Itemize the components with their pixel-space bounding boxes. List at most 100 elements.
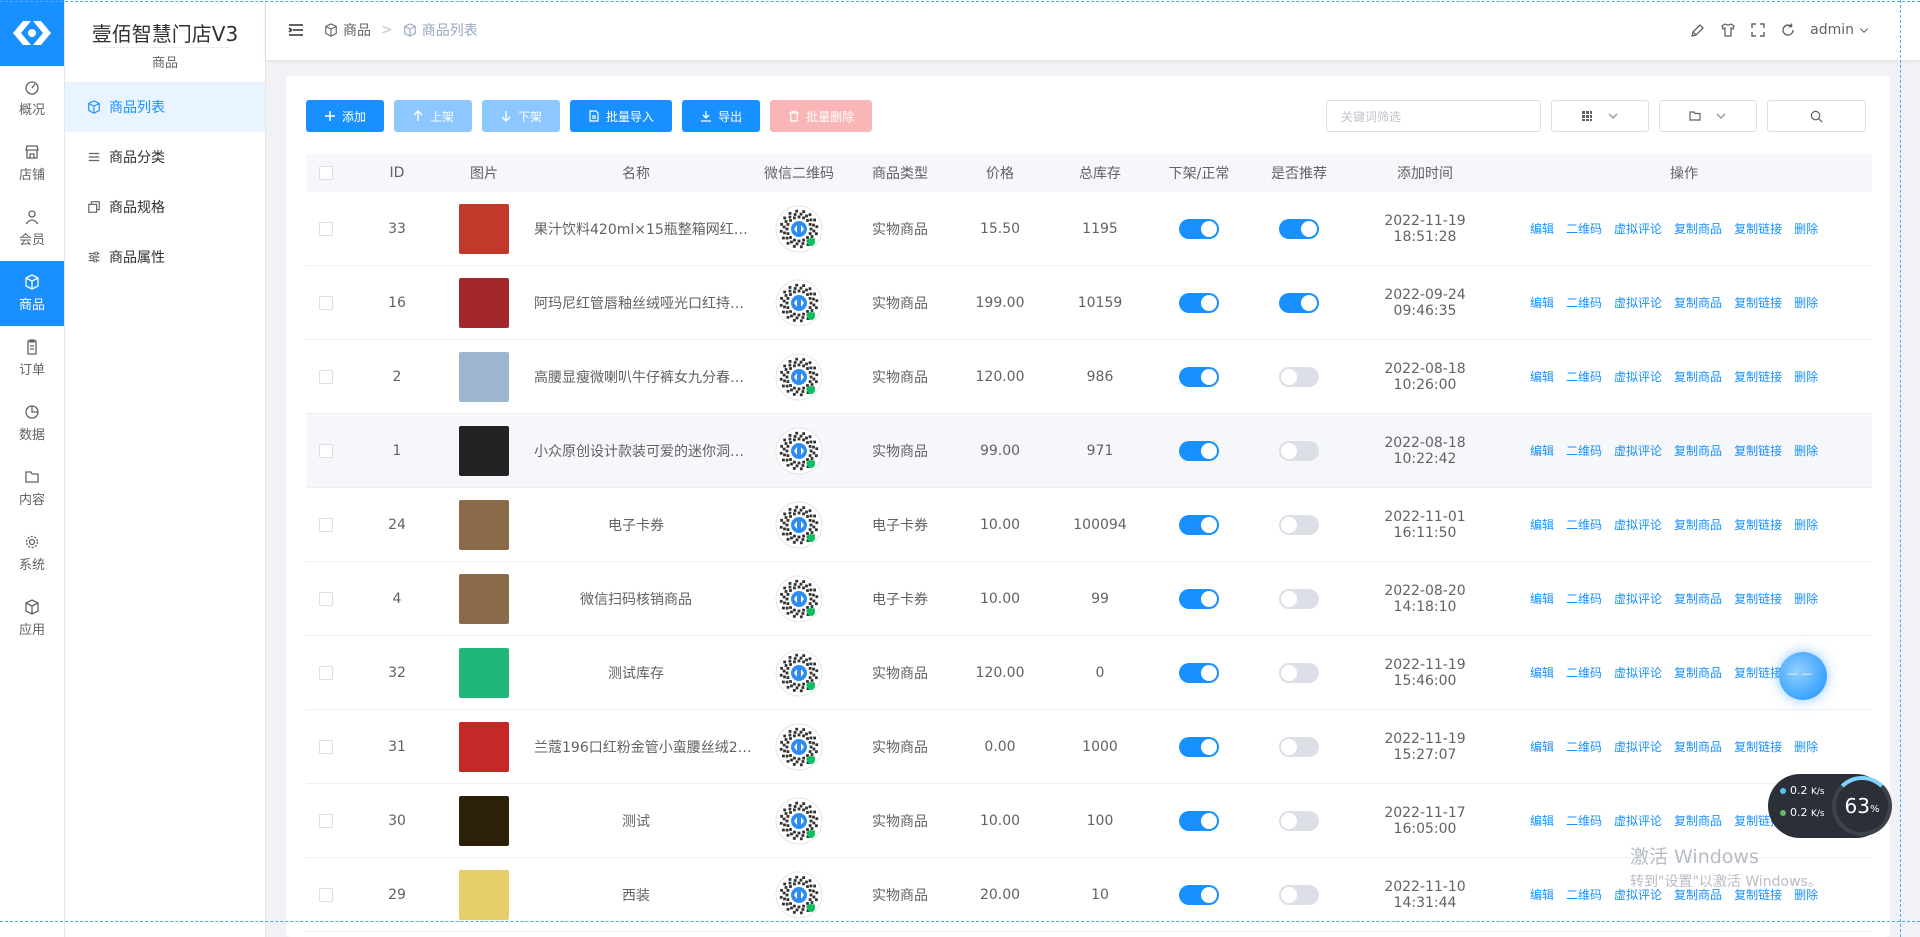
row-op-3[interactable]: 复制商品 [1674, 590, 1722, 607]
batch-delete-button[interactable]: 批量删除 [770, 100, 873, 132]
product-thumbnail[interactable] [459, 795, 509, 846]
row-op-1[interactable]: 二维码 [1566, 812, 1602, 829]
sidebar-item-5[interactable]: 数据 [0, 391, 64, 456]
row-op-0[interactable]: 编辑 [1530, 516, 1554, 533]
recommend-toggle[interactable] [1279, 884, 1319, 905]
status-toggle[interactable] [1179, 440, 1219, 461]
row-op-3[interactable]: 复制商品 [1674, 812, 1722, 829]
status-toggle[interactable] [1179, 588, 1219, 609]
row-op-3[interactable]: 复制商品 [1674, 516, 1722, 533]
app-logo[interactable] [0, 0, 64, 66]
status-toggle[interactable] [1179, 292, 1219, 313]
col-header[interactable]: 价格 [954, 163, 1046, 183]
row-op-5[interactable]: 删除 [1794, 368, 1818, 385]
row-op-4[interactable]: 复制链接 [1734, 738, 1782, 755]
product-thumbnail[interactable] [459, 203, 509, 254]
brush-icon[interactable] [1690, 22, 1706, 38]
col-header[interactable]: ID [346, 165, 448, 181]
row-op-1[interactable]: 二维码 [1566, 220, 1602, 237]
wechat-qr-code[interactable] [774, 648, 824, 698]
add-button[interactable]: 添加 [306, 100, 385, 132]
row-op-4[interactable]: 复制链接 [1734, 590, 1782, 607]
product-thumbnail[interactable] [459, 721, 509, 772]
row-op-1[interactable]: 二维码 [1566, 368, 1602, 385]
status-toggle[interactable] [1179, 662, 1219, 683]
row-op-0[interactable]: 编辑 [1530, 886, 1554, 903]
wechat-qr-code[interactable] [774, 796, 824, 846]
row-checkbox[interactable] [319, 443, 333, 458]
export-button[interactable]: 导出 [682, 100, 761, 132]
row-op-5[interactable]: 删除 [1794, 516, 1818, 533]
product-thumbnail[interactable] [459, 425, 509, 476]
recommend-toggle[interactable] [1279, 440, 1319, 461]
keyword-filter-input[interactable]: 关键词筛选 [1326, 100, 1541, 132]
row-checkbox[interactable] [319, 517, 333, 532]
sidebar-item-2[interactable]: 会员 [0, 196, 64, 261]
wechat-qr-code[interactable] [774, 870, 824, 920]
row-op-1[interactable]: 二维码 [1566, 664, 1602, 681]
row-op-1[interactable]: 二维码 [1566, 738, 1602, 755]
sidebar-item-3[interactable]: 商品 [0, 261, 64, 326]
wechat-qr-code[interactable] [774, 500, 824, 550]
recommend-toggle[interactable] [1279, 588, 1319, 609]
sidebar-item-7[interactable]: 系统 [0, 521, 64, 586]
submenu-item-spec[interactable]: 商品规格 [65, 182, 265, 232]
row-checkbox[interactable] [319, 369, 333, 384]
sidebar-item-1[interactable]: 店铺 [0, 131, 64, 196]
batch-import-button[interactable]: 批量导入 [570, 100, 673, 132]
product-thumbnail[interactable] [459, 647, 509, 698]
row-op-0[interactable]: 编辑 [1530, 220, 1554, 237]
row-op-3[interactable]: 复制商品 [1674, 664, 1722, 681]
submenu-item-product-list[interactable]: 商品列表 [65, 82, 265, 132]
row-checkbox[interactable] [319, 665, 333, 680]
product-thumbnail[interactable] [459, 573, 509, 624]
row-op-1[interactable]: 二维码 [1566, 590, 1602, 607]
product-thumbnail[interactable] [459, 869, 509, 920]
row-op-1[interactable]: 二维码 [1566, 516, 1602, 533]
category-select[interactable] [1551, 100, 1649, 132]
fullscreen-icon[interactable] [1750, 22, 1766, 38]
row-checkbox[interactable] [319, 221, 333, 236]
row-op-4[interactable]: 复制链接 [1734, 516, 1782, 533]
network-monitor-widget[interactable]: 0.2 K/s 0.2 K/s 63% [1768, 774, 1892, 838]
search-button[interactable] [1767, 100, 1866, 132]
refresh-icon[interactable] [1780, 22, 1796, 38]
row-checkbox[interactable] [319, 591, 333, 606]
tshirt-icon[interactable] [1720, 22, 1736, 38]
status-toggle[interactable] [1179, 218, 1219, 239]
col-header[interactable]: 添加时间 [1354, 163, 1496, 183]
product-thumbnail[interactable] [459, 499, 509, 550]
row-op-5[interactable]: 删除 [1794, 738, 1818, 755]
row-op-2[interactable]: 虚拟评论 [1614, 294, 1662, 311]
recommend-toggle[interactable] [1279, 662, 1319, 683]
status-toggle[interactable] [1179, 514, 1219, 535]
row-op-2[interactable]: 虚拟评论 [1614, 516, 1662, 533]
sidebar-item-0[interactable]: 概况 [0, 66, 64, 131]
row-op-3[interactable]: 复制商品 [1674, 368, 1722, 385]
row-op-2[interactable]: 虚拟评论 [1614, 590, 1662, 607]
row-op-0[interactable]: 编辑 [1530, 368, 1554, 385]
row-op-0[interactable]: 编辑 [1530, 294, 1554, 311]
row-op-0[interactable]: 编辑 [1530, 664, 1554, 681]
row-op-2[interactable]: 虚拟评论 [1614, 442, 1662, 459]
row-op-0[interactable]: 编辑 [1530, 812, 1554, 829]
wechat-qr-code[interactable] [774, 278, 824, 328]
row-op-3[interactable]: 复制商品 [1674, 442, 1722, 459]
status-toggle[interactable] [1179, 810, 1219, 831]
recommend-toggle[interactable] [1279, 292, 1319, 313]
col-header[interactable]: 总库存 [1046, 163, 1154, 183]
row-checkbox[interactable] [319, 295, 333, 310]
status-toggle[interactable] [1179, 736, 1219, 757]
submenu-item-category[interactable]: 商品分类 [65, 132, 265, 182]
row-checkbox[interactable] [319, 739, 333, 754]
recommend-toggle[interactable] [1279, 810, 1319, 831]
row-checkbox[interactable] [319, 813, 333, 828]
submenu-item-attribute[interactable]: 商品属性 [65, 232, 265, 282]
status-toggle[interactable] [1179, 366, 1219, 387]
user-menu[interactable]: admin [1810, 22, 1870, 38]
select-all-checkbox[interactable] [319, 166, 333, 180]
shelve-up-button[interactable]: 上架 [394, 100, 473, 132]
sidebar-item-8[interactable]: 应用 [0, 586, 64, 651]
status-toggle[interactable] [1179, 884, 1219, 905]
product-thumbnail[interactable] [459, 277, 509, 328]
